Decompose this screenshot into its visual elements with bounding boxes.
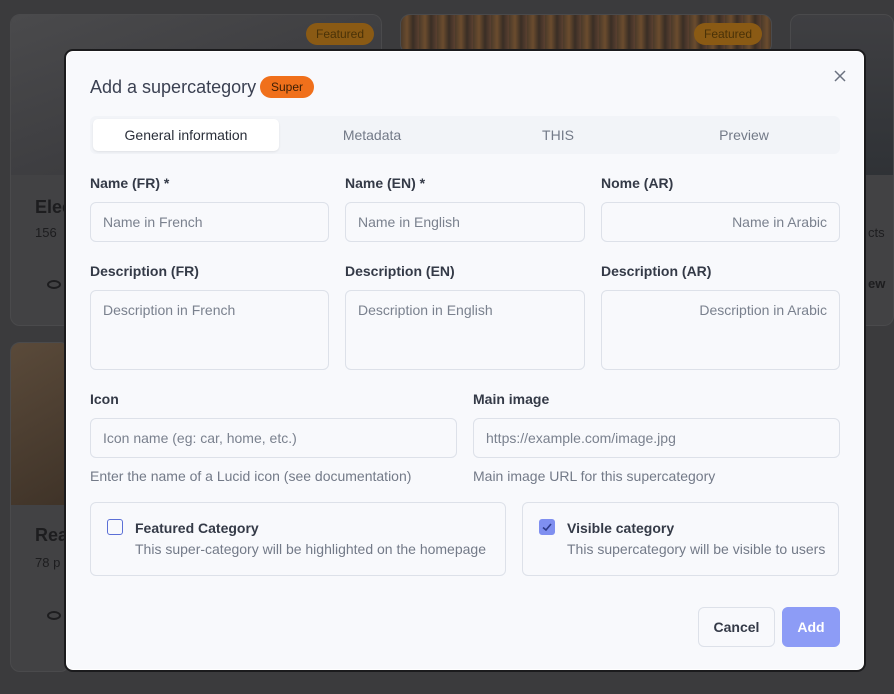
card-text: cts xyxy=(868,225,885,240)
featured-badge: Featured xyxy=(694,23,763,45)
cancel-button[interactable]: Cancel xyxy=(698,607,775,647)
add-button[interactable]: Add xyxy=(782,607,840,647)
visible-checkbox[interactable] xyxy=(539,519,555,535)
description-fr-textarea[interactable] xyxy=(90,290,329,370)
icon-help-text: Enter the name of a Lucid icon (see docu… xyxy=(90,468,412,484)
description-ar-textarea[interactable] xyxy=(601,290,840,370)
name-fr-input[interactable] xyxy=(90,202,329,242)
name-en-label: Name (EN) * xyxy=(345,175,426,191)
background-card: Featured xyxy=(400,14,772,54)
tab-metadata[interactable]: Metadata xyxy=(279,119,465,151)
eye-icon xyxy=(47,611,61,620)
super-badge: Super xyxy=(260,76,315,98)
featured-category-option[interactable]: Featured Category This super-category wi… xyxy=(90,502,506,576)
main-image-input[interactable] xyxy=(473,418,840,458)
description-en-textarea[interactable] xyxy=(345,290,585,370)
icon-input[interactable] xyxy=(90,418,457,458)
tab-bar: General information Metadata THIS Previe… xyxy=(90,116,840,154)
description-ar-label: Description (AR) xyxy=(601,263,712,279)
name-en-input[interactable] xyxy=(345,202,585,242)
main-image-help-text: Main image URL for this supercategory xyxy=(473,468,716,484)
tab-this[interactable]: THIS xyxy=(465,119,651,151)
description-fr-label: Description (FR) xyxy=(90,263,199,279)
description-en-label: Description (EN) xyxy=(345,263,455,279)
icon-label: Icon xyxy=(90,391,119,407)
check-icon xyxy=(542,523,552,532)
card-subtitle: 156 xyxy=(35,225,57,240)
name-ar-input[interactable] xyxy=(601,202,840,242)
visible-title: Visible category xyxy=(567,520,675,536)
card-image xyxy=(11,343,69,505)
dialog-title: Add a supercategory xyxy=(90,77,257,97)
close-icon[interactable] xyxy=(830,66,850,86)
name-ar-label: Nome (AR) xyxy=(601,175,674,191)
card-subtitle: 78 p xyxy=(35,555,61,570)
tab-preview[interactable]: Preview xyxy=(651,119,837,151)
featured-checkbox[interactable] xyxy=(107,519,123,535)
featured-title: Featured Category xyxy=(135,520,259,536)
main-image-label: Main image xyxy=(473,391,550,407)
featured-description: This super-category will be highlighted … xyxy=(135,541,486,557)
background-card: Rea 78 p xyxy=(10,342,70,672)
eye-icon xyxy=(47,280,61,289)
card-link: ew xyxy=(868,276,886,291)
visible-description: This supercategory will be visible to us… xyxy=(567,541,826,557)
tab-general-information[interactable]: General information xyxy=(93,119,279,151)
featured-badge: Featured xyxy=(306,23,375,45)
visible-category-option[interactable]: Visible category This supercategory will… xyxy=(522,502,839,576)
add-supercategory-dialog: Add a supercategory Super General inform… xyxy=(64,49,866,672)
name-fr-label: Name (FR) * xyxy=(90,175,170,191)
